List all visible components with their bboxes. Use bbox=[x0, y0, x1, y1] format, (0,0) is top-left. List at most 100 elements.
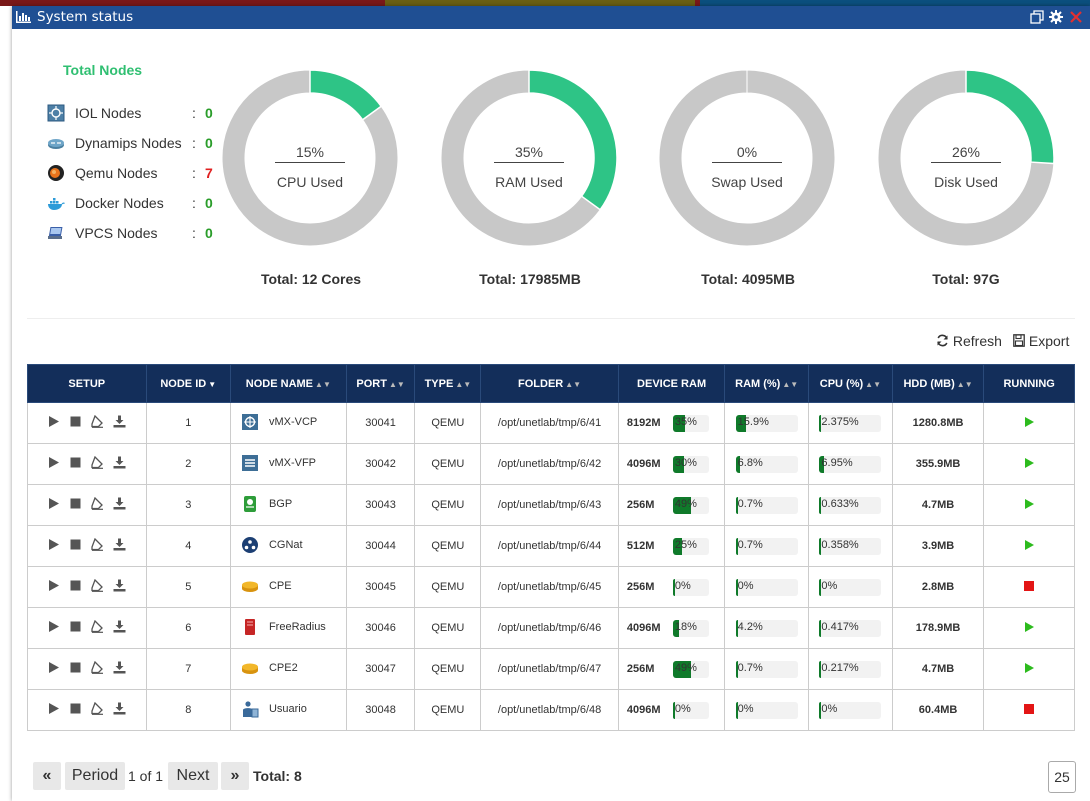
node-name-cell[interactable]: BGP bbox=[229, 484, 347, 526]
device-ram-value: 4096M bbox=[626, 703, 661, 716]
wipe-node-icon[interactable] bbox=[91, 497, 104, 510]
col-folder[interactable]: FOLDER ▲▼ bbox=[480, 364, 619, 403]
device-ram-value: 512M bbox=[626, 539, 655, 552]
col-type[interactable]: TYPE ▲▼ bbox=[414, 364, 482, 403]
node-name-cell[interactable]: CPE bbox=[229, 566, 347, 608]
refresh-button[interactable]: Refresh bbox=[936, 333, 1002, 349]
export-config-icon[interactable] bbox=[113, 702, 126, 715]
table-row[interactable]: 6 FreeRadius 30046 QEMU /opt/unetlab/tmp… bbox=[27, 607, 1075, 649]
node-name-cell[interactable]: CPE2 bbox=[229, 648, 347, 690]
node-name-cell[interactable]: vMX-VCP bbox=[229, 402, 347, 444]
node-name-cell[interactable]: CGNat bbox=[229, 525, 347, 567]
node-count-qemu: Qemu Nodes : 7 bbox=[44, 162, 224, 184]
node-name-cell[interactable]: FreeRadius bbox=[229, 607, 347, 649]
previous-page-button[interactable]: Period bbox=[65, 762, 125, 790]
wipe-node-icon[interactable] bbox=[91, 415, 104, 428]
export-label: Export bbox=[1028, 333, 1070, 349]
stop-node-icon[interactable] bbox=[69, 620, 82, 633]
export-config-icon[interactable] bbox=[113, 579, 126, 592]
export-config-icon[interactable] bbox=[113, 497, 126, 510]
wipe-node-icon[interactable] bbox=[91, 661, 104, 674]
table-row[interactable]: 2 vMX-VFP 30042 QEMU /opt/unetlab/tmp/6/… bbox=[27, 443, 1075, 485]
setup-actions bbox=[27, 607, 147, 649]
wipe-node-icon[interactable] bbox=[91, 456, 104, 469]
system-status-window: System status Total Nodes IOL Nodes : 0 bbox=[12, 6, 1090, 801]
close-window-icon[interactable] bbox=[1068, 9, 1084, 25]
col-cpu-pct[interactable]: CPU (%) ▲▼ bbox=[808, 364, 893, 403]
cpu-usage-bar: 0.217% bbox=[819, 660, 882, 678]
node-count-value: 0 bbox=[205, 105, 213, 121]
table-row[interactable]: 1 vMX-VCP 30041 QEMU /opt/unetlab/tmp/6/… bbox=[27, 402, 1075, 444]
start-node-icon[interactable] bbox=[47, 661, 60, 674]
running-cell bbox=[983, 525, 1075, 567]
start-node-icon[interactable] bbox=[47, 497, 60, 510]
cpu-pct-cell: 0% bbox=[808, 689, 893, 731]
table-row[interactable]: 4 CGNat 30044 QEMU /opt/unetlab/tmp/6/44… bbox=[27, 525, 1075, 567]
col-node-name[interactable]: NODE NAME ▲▼ bbox=[229, 364, 347, 403]
hdd-cell: 178.9MB bbox=[891, 607, 985, 649]
start-node-icon[interactable] bbox=[47, 415, 60, 428]
wipe-node-icon[interactable] bbox=[91, 579, 104, 592]
cpu-usage-bar: 0% bbox=[819, 578, 882, 596]
gauge-label: CPU Used bbox=[276, 174, 344, 190]
export-config-icon[interactable] bbox=[113, 620, 126, 633]
node-type-label: Dynamips Nodes bbox=[75, 135, 182, 151]
folder-cell: /opt/unetlab/tmp/6/46 bbox=[480, 607, 619, 649]
setup-actions bbox=[27, 525, 147, 567]
folder-cell: /opt/unetlab/tmp/6/43 bbox=[480, 484, 619, 526]
stop-node-icon[interactable] bbox=[69, 579, 82, 592]
start-node-icon[interactable] bbox=[47, 620, 60, 633]
export-config-icon[interactable] bbox=[113, 456, 126, 469]
col-port[interactable]: PORT ▲▼ bbox=[345, 364, 416, 403]
last-page-button[interactable]: » bbox=[221, 762, 249, 790]
col-node-id[interactable]: NODE ID ▼ bbox=[145, 364, 231, 403]
col-ram-pct[interactable]: RAM (%) ▲▼ bbox=[724, 364, 810, 403]
ram-pct-cell: 0.7% bbox=[724, 525, 810, 567]
vpcs-icon bbox=[48, 227, 63, 239]
col-hdd[interactable]: HDD (MB) ▲▼ bbox=[891, 364, 985, 403]
stopped-square-icon bbox=[1024, 580, 1035, 591]
port-cell: 30046 bbox=[345, 607, 416, 649]
start-node-icon[interactable] bbox=[47, 702, 60, 715]
table-row[interactable]: 8 Usuario 30048 QEMU /opt/unetlab/tmp/6/… bbox=[27, 689, 1075, 731]
export-config-icon[interactable] bbox=[113, 661, 126, 674]
stop-node-icon[interactable] bbox=[69, 456, 82, 469]
wipe-node-icon[interactable] bbox=[91, 538, 104, 551]
stop-node-icon[interactable] bbox=[69, 497, 82, 510]
first-page-button[interactable]: « bbox=[33, 762, 61, 790]
table-row[interactable]: 3 BGP 30043 QEMU /opt/unetlab/tmp/6/43 2… bbox=[27, 484, 1075, 526]
wipe-node-icon[interactable] bbox=[91, 702, 104, 715]
gauge-percent: 0% bbox=[712, 144, 782, 163]
node-count-value: 0 bbox=[205, 225, 213, 241]
cpu-total: Total: 12 Cores bbox=[260, 271, 362, 287]
export-button[interactable]: Export bbox=[1013, 333, 1069, 349]
restore-window-icon[interactable] bbox=[1029, 9, 1045, 25]
next-page-button[interactable]: Next bbox=[168, 762, 218, 790]
stop-node-icon[interactable] bbox=[69, 538, 82, 551]
node-name: vMX-VCP bbox=[268, 415, 318, 428]
export-config-icon[interactable] bbox=[113, 538, 126, 551]
stop-node-icon[interactable] bbox=[69, 661, 82, 674]
start-node-icon[interactable] bbox=[47, 456, 60, 469]
table-row[interactable]: 5 CPE 30045 QEMU /opt/unetlab/tmp/6/45 2… bbox=[27, 566, 1075, 608]
window-titlebar[interactable]: System status bbox=[12, 6, 1090, 29]
start-node-icon[interactable] bbox=[47, 579, 60, 592]
device-ram-value: 256M bbox=[626, 580, 655, 593]
device-ram-cell: 4096M 0% bbox=[617, 689, 726, 731]
sort-icon: ▲▼ bbox=[956, 379, 973, 389]
stop-node-icon[interactable] bbox=[69, 415, 82, 428]
stop-node-icon[interactable] bbox=[69, 702, 82, 715]
start-node-icon[interactable] bbox=[47, 538, 60, 551]
settings-gear-icon[interactable] bbox=[1048, 9, 1064, 25]
export-config-icon[interactable] bbox=[113, 415, 126, 428]
setup-actions bbox=[27, 566, 147, 608]
page-size-selector[interactable]: 25 bbox=[1048, 761, 1076, 793]
device-ram-cell: 4096M 18% bbox=[617, 607, 726, 649]
node-name-cell[interactable]: vMX-VFP bbox=[229, 443, 347, 485]
wipe-node-icon[interactable] bbox=[91, 620, 104, 633]
bgp-router-icon bbox=[243, 495, 256, 512]
table-row[interactable]: 7 CPE2 30047 QEMU /opt/unetlab/tmp/6/47 … bbox=[27, 648, 1075, 690]
node-name-cell[interactable]: Usuario bbox=[229, 689, 347, 731]
type-cell: QEMU bbox=[414, 443, 482, 485]
running-cell bbox=[983, 566, 1075, 608]
